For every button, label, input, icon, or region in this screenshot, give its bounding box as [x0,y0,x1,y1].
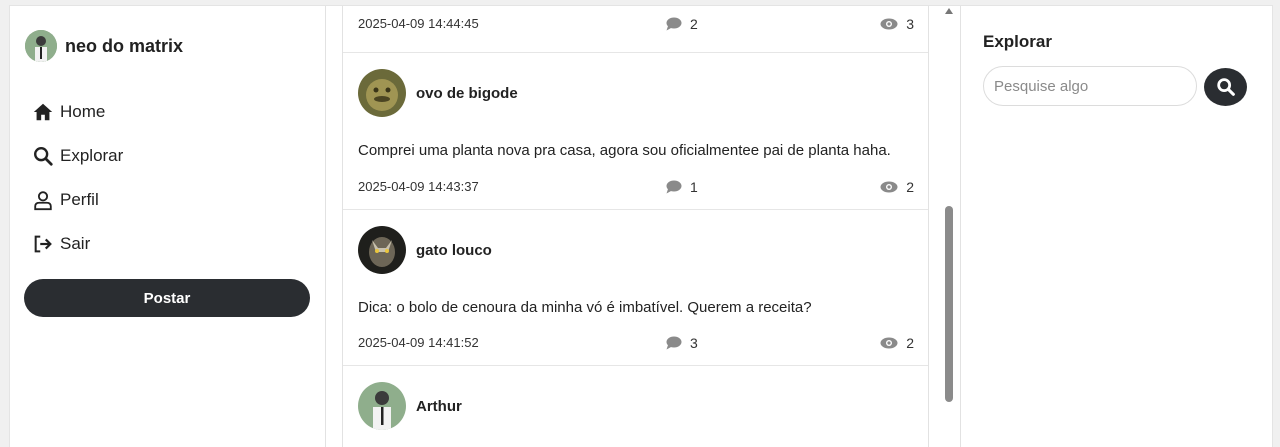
comment-icon [666,336,682,350]
comment-icon [666,17,682,31]
feed-scrollbar[interactable] [941,6,958,447]
post-text: Dica: o bolo de cenoura da minha vó é im… [358,299,812,316]
search-icon [1216,78,1235,96]
explore-title: Explorar [983,32,1052,51]
view-count: 2 [880,335,914,351]
post-button[interactable]: Postar [24,279,310,317]
post-text: Comprei uma planta nova pra casa, agora … [358,142,891,159]
view-count: 3 [880,16,914,32]
avatar [358,69,406,117]
scroll-up-arrow-icon[interactable] [945,8,953,14]
nav-label-profile: Perfil [60,190,99,209]
logout-icon [34,235,52,253]
comment-count[interactable]: 3 [666,335,698,351]
user-icon [34,191,52,211]
eye-icon [880,18,898,30]
current-user-profile[interactable]: neo do matrix [25,30,183,62]
post-author: ovo de bigode [416,84,518,102]
nav-label-explore: Explorar [60,146,124,165]
explore-panel: Explorar [960,6,1272,447]
post-header[interactable]: Arthur [358,382,462,430]
post-header[interactable]: gato louco [358,226,492,274]
nav-item-logout[interactable]: Sair [32,222,123,266]
home-icon [33,103,53,121]
avatar [25,30,57,62]
nav-item-profile[interactable]: Perfil [32,178,123,222]
post-author: gato louco [416,241,492,259]
post-card[interactable]: ovo de bigode Comprei uma planta nova pr… [343,53,928,210]
avatar [358,226,406,274]
avatar [358,382,406,430]
post-card[interactable]: 2025-04-09 14:44:45 2 3 [343,6,928,53]
main-nav: Home Explorar Perfil Sair [32,90,123,266]
comment-icon [666,180,682,194]
nav-item-home[interactable]: Home [32,90,123,134]
feed: 2025-04-09 14:44:45 2 3 ovo de bigode Co… [342,6,929,447]
post-date: 2025-04-09 14:43:37 [358,179,479,194]
search-icon [34,147,53,166]
comment-count[interactable]: 1 [666,179,698,195]
post-author: Arthur [416,397,462,415]
search-button[interactable] [1204,68,1247,106]
nav-label-logout: Sair [60,234,91,253]
view-count: 2 [880,179,914,195]
eye-icon [880,337,898,349]
nav-label-home: Home [60,102,106,121]
post-date: 2025-04-09 14:41:52 [358,335,479,350]
post-card[interactable]: Arthur [343,366,928,447]
search-input[interactable] [983,66,1197,106]
post-header[interactable]: ovo de bigode [358,69,518,117]
eye-icon [880,181,898,193]
sidebar: neo do matrix Home Explorar Perfil Sair … [10,6,326,447]
comment-count[interactable]: 2 [666,16,698,32]
profile-name: neo do matrix [65,35,184,56]
scroll-thumb[interactable] [945,206,953,402]
nav-item-explore[interactable]: Explorar [32,134,123,178]
post-card[interactable]: gato louco Dica: o bolo de cenoura da mi… [343,210,928,366]
app-frame: neo do matrix Home Explorar Perfil Sair … [9,5,1273,447]
post-date: 2025-04-09 14:44:45 [358,16,479,31]
